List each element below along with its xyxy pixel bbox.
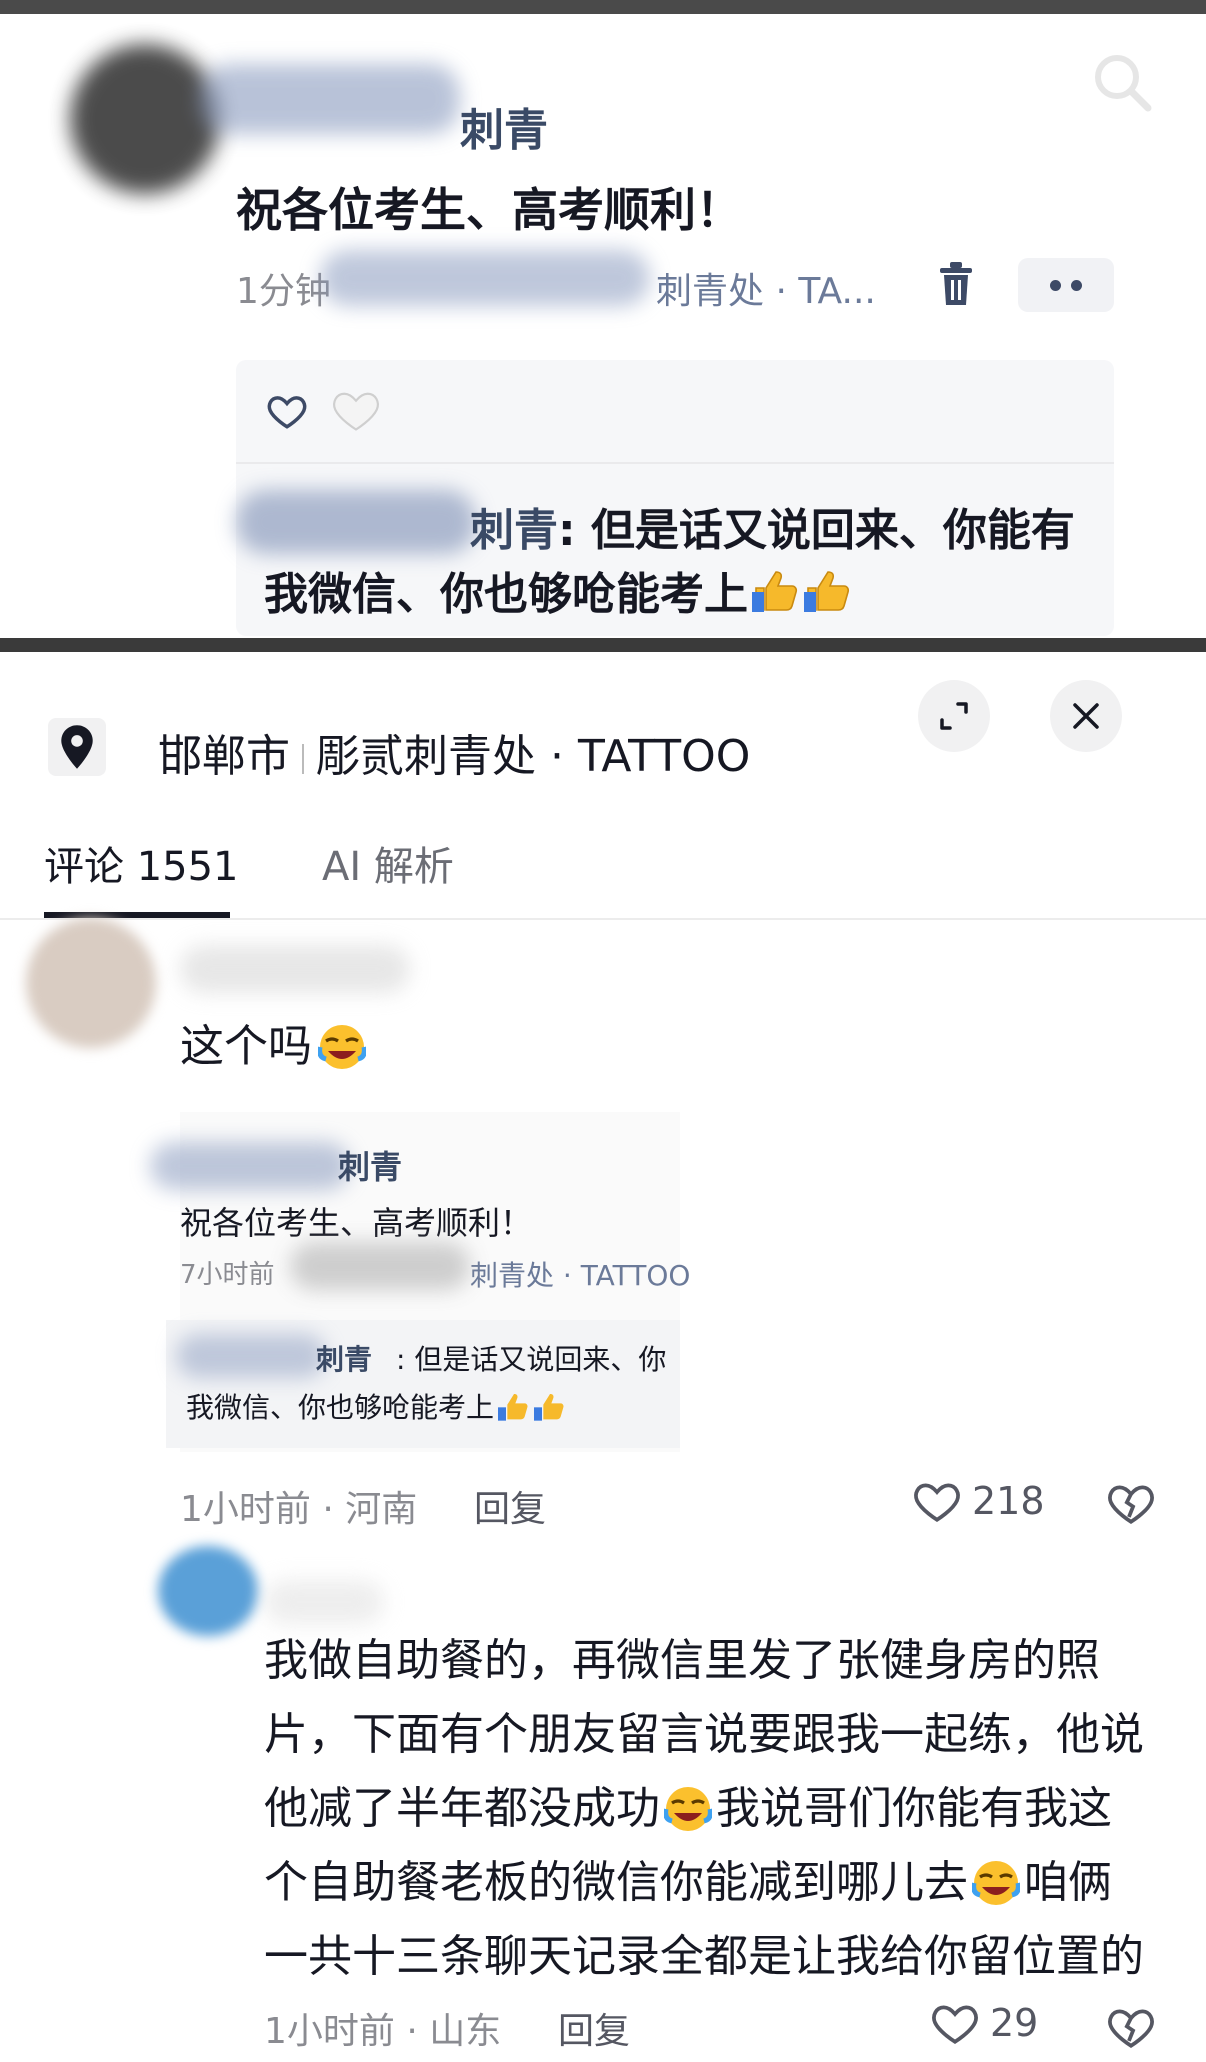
comment-line-part: 他减了半年都没成功 (264, 1783, 660, 1834)
location-pin-icon (48, 718, 106, 776)
thumbs-up-icon (498, 1394, 528, 1421)
comment-line: 个自助餐老板的微信你能减到哪儿去 咱俩 (264, 1846, 1164, 1920)
quote-reply-line2: 我微信、你也够呛能考上 (186, 1386, 566, 1426)
quote-author: 刺青 (338, 1148, 403, 1186)
expand-button[interactable] (918, 680, 990, 752)
more-button[interactable] (1018, 258, 1114, 312)
location-city: 邯郸市 (158, 731, 290, 782)
reply-text-line1: : 但是话又说回来、你能有 (558, 505, 1075, 556)
quoted-post[interactable]: 刺青 祝各位考生、高考顺利！ 7小时前 刺青处 · TATTOO 刺青 : 但是… (150, 1112, 690, 1452)
comment-text: 这个吗 (180, 1010, 366, 1084)
like-count: 29 (990, 2001, 1039, 2045)
quote-text: 祝各位考生、高考顺利！ (180, 1204, 533, 1242)
thumbs-up-icon (752, 571, 798, 612)
location-text[interactable]: 邯郸市 彫贰刺青处 · TATTOO (158, 720, 750, 784)
commenter-avatar[interactable] (26, 918, 156, 1048)
crying-laughing-icon (664, 1787, 712, 1831)
comment-line: 片，下面有个朋友留言说要跟我一起练，他说 (264, 1709, 1144, 1760)
reply-box: 刺青 : 但是话又说回来、你能有 我微信、你也够呛能考上 (236, 360, 1114, 636)
reply-text-line2-label: 我微信、你也够呛能考上 (264, 569, 748, 620)
quote-reply: 刺青 : 但是话又说回来、你 我微信、你也够呛能考上 (166, 1320, 680, 1448)
comment-meta: 1小时前 · 山东 (264, 2011, 502, 2052)
tab-bar: 评论 1551 AI 解析 (0, 828, 1206, 920)
author-avatar (70, 44, 220, 194)
commenter-name-redacted (264, 1580, 384, 1624)
crying-laughing-icon (972, 1861, 1020, 1905)
comment-line: 一共十三条聊天记录全都是让我给你留位置的 (264, 1931, 1144, 1982)
quote-reply-author-redacted (176, 1334, 326, 1378)
comment-line-part: 个自助餐老板的微信你能减到哪儿去 (264, 1857, 968, 1908)
expand-icon (940, 702, 968, 730)
post-author[interactable]: 刺青 (460, 94, 548, 158)
like-count: 218 (972, 1479, 1045, 1523)
location-row[interactable]: 邯郸市 彫贰刺青处 · TATTOO (48, 702, 1168, 782)
quote-author-redacted (150, 1142, 350, 1190)
comment-line: 他减了半年都没成功 我说哥们你能有我这 (264, 1772, 1164, 1846)
crying-laughing-icon (318, 1025, 366, 1069)
comment-text-body: 这个吗 (180, 1021, 312, 1072)
post-text: 祝各位考生、高考顺利！ (236, 183, 742, 237)
comment-line-part: 咱俩 (1024, 1857, 1112, 1908)
quote-meta-redacted (290, 1242, 470, 1290)
reply-author[interactable]: 刺青 (470, 494, 558, 558)
comment-meta: 1小时前 · 河南 (180, 1489, 418, 1530)
post-preview: 刺青 祝各位考生、高考顺利！ 1分钟 刺青处 · TA... 刺青 : 但是话又… (0, 14, 1206, 638)
status-strip (0, 0, 1206, 14)
tab-underline (44, 912, 230, 918)
comment-text: 我做自助餐的，再微信里发了张健身房的照 片，下面有个朋友留言说要跟我一起练，他说… (264, 1624, 1164, 1994)
tab-ai-analysis[interactable]: AI 解析 (322, 834, 454, 892)
reply-text-line2: 我微信、你也够呛能考上 (264, 558, 852, 622)
reply-button[interactable]: 回复 (474, 1480, 546, 1532)
heart-outline-icon[interactable] (266, 390, 308, 432)
like-button[interactable]: 218 (912, 1476, 1045, 1526)
thumbs-up-icon (534, 1394, 564, 1421)
divider (236, 462, 1114, 464)
reply-author-redacted (236, 490, 476, 554)
section-divider (0, 638, 1206, 652)
like-button[interactable]: 29 (930, 1998, 1038, 2048)
quote-location: 刺青处 · TATTOO (470, 1259, 691, 1292)
post-location[interactable]: 刺青处 · TA... (656, 262, 876, 314)
comment-line: 我做自助餐的，再微信里发了张健身房的照 (264, 1635, 1100, 1686)
location-name: 彫贰刺青处 · TATTOO (316, 731, 751, 782)
post-time: 1分钟 (236, 271, 331, 312)
post-meta: 1分钟 刺青处 · TA... (236, 262, 876, 314)
heart-outline-icon (932, 2005, 978, 2044)
white-heart-icon (333, 392, 379, 431)
commenter-name-redacted (180, 945, 410, 993)
close-button[interactable] (1050, 680, 1122, 752)
trash-icon[interactable] (936, 260, 976, 308)
tab-comments[interactable]: 评论 1551 (44, 834, 239, 892)
search-icon[interactable] (1090, 50, 1154, 114)
author-name-redacted (200, 64, 460, 134)
reply-button[interactable]: 回复 (558, 2002, 630, 2054)
comment-line-part: 我说哥们你能有我这 (716, 1783, 1112, 1834)
quote-time: 7小时前 (180, 1260, 275, 1290)
heart-outline-icon (914, 1483, 960, 1522)
quote-reply-line2-label: 我微信、你也够呛能考上 (186, 1391, 495, 1424)
quote-meta: 7小时前 刺青处 · TATTOO (180, 1254, 690, 1292)
meta-redacted (320, 250, 650, 306)
thumbs-up-icon (804, 571, 850, 612)
close-icon (1073, 703, 1099, 729)
quote-reply-line1: : 但是话又说回来、你 (396, 1343, 667, 1376)
quote-reply-author: 刺青 (316, 1343, 373, 1376)
broken-heart-icon[interactable] (1106, 1478, 1156, 1528)
commenter-avatar[interactable] (158, 1546, 258, 1636)
broken-heart-icon[interactable] (1106, 2002, 1156, 2052)
